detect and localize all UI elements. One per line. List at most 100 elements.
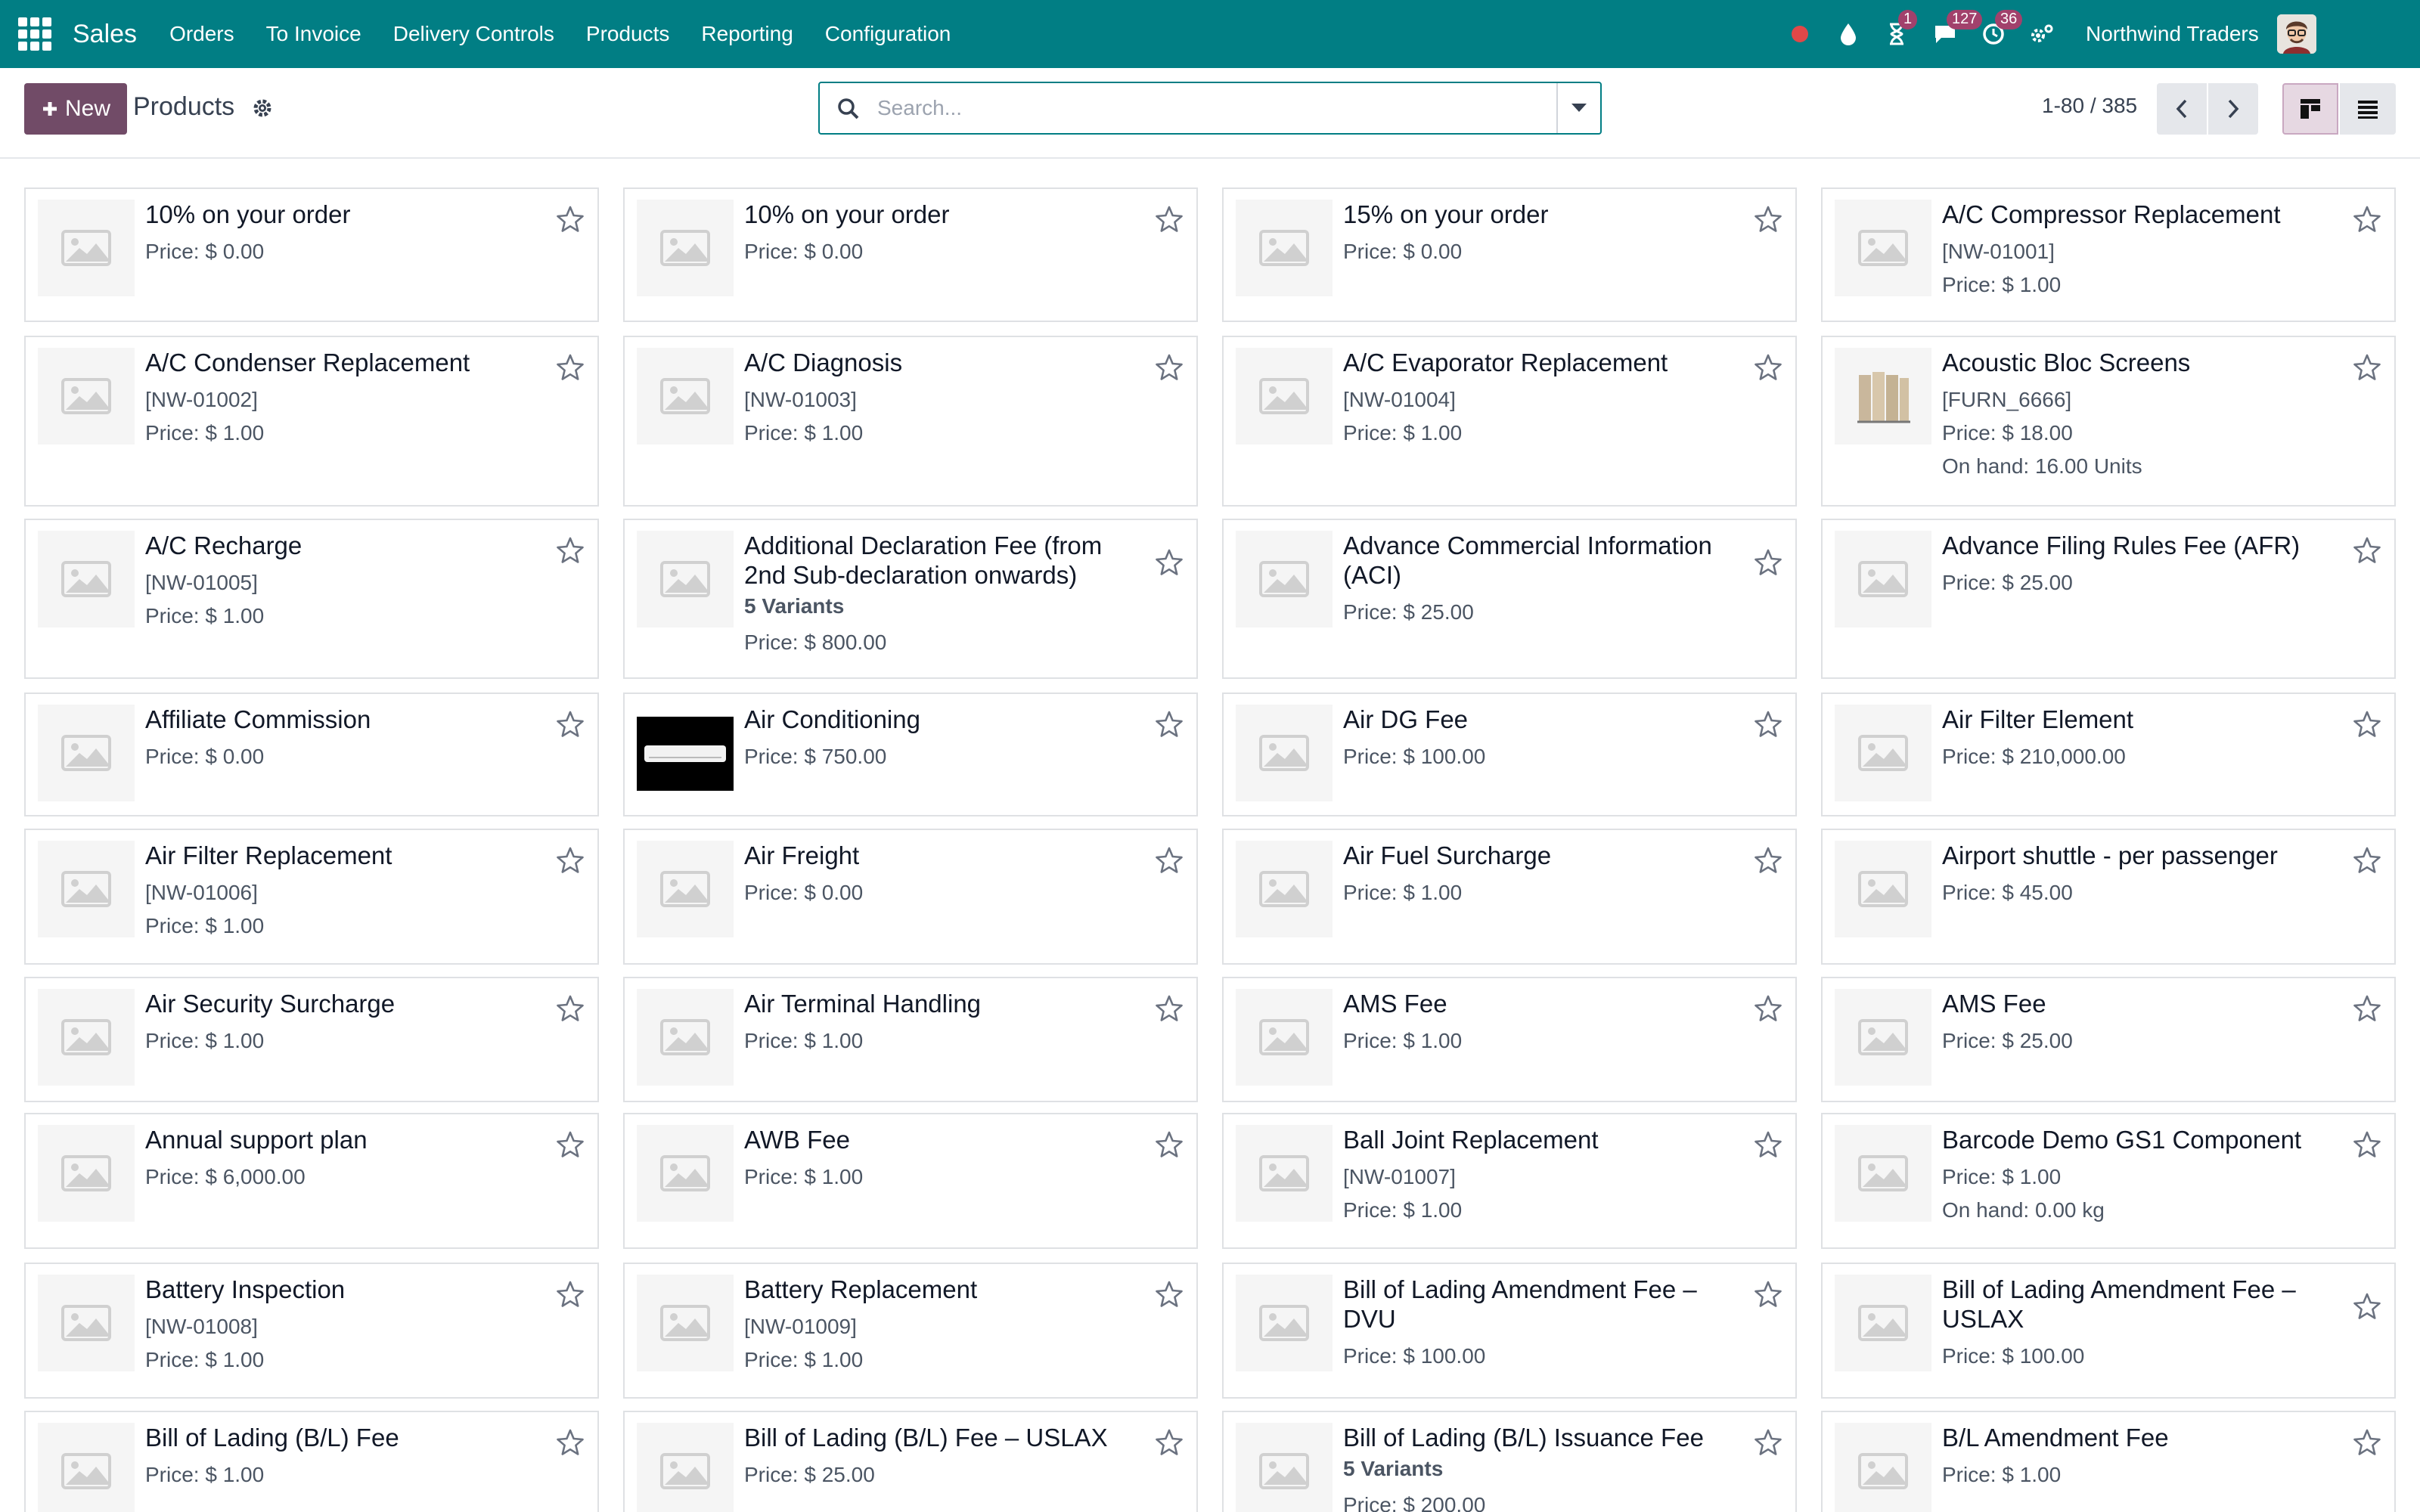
- favorite-star-icon[interactable]: [1751, 992, 1785, 1025]
- kanban-view-button[interactable]: [2282, 83, 2338, 135]
- product-card[interactable]: A/C Recharge [NW-01005] Price: $ 1.00: [24, 519, 599, 679]
- product-card[interactable]: Bill of Lading (B/L) Fee Price: $ 1.00: [24, 1411, 599, 1512]
- product-card[interactable]: Air Filter Replacement [NW-01006] Price: $…: [24, 829, 599, 965]
- product-card[interactable]: Advance Filing Rules Fee (AFR) Price: $ 2…: [1821, 519, 2396, 679]
- app-switcher-icon[interactable]: [18, 17, 51, 51]
- product-card[interactable]: 10% on your order Price: $ 0.00: [623, 187, 1198, 322]
- favorite-star-icon[interactable]: [1153, 1426, 1186, 1459]
- pager-next-button[interactable]: [2208, 83, 2258, 135]
- product-card[interactable]: A/C Compressor Replacement [NW-01001] Pric…: [1821, 187, 2396, 322]
- pager-value[interactable]: 1-80 / 385: [2042, 94, 2137, 118]
- company-switcher[interactable]: Northwind Traders: [2086, 22, 2259, 46]
- product-card[interactable]: A/C Condenser Replacement [NW-01002] Price…: [24, 336, 599, 507]
- product-card[interactable]: Air DG Fee Price: $ 100.00: [1222, 692, 1797, 816]
- menu-configuration[interactable]: Configuration: [809, 22, 967, 46]
- product-card[interactable]: Ball Joint Replacement [NW-01007] Price: $…: [1222, 1113, 1797, 1249]
- favorite-star-icon[interactable]: [554, 534, 587, 567]
- favorite-star-icon[interactable]: [2350, 992, 2384, 1025]
- favorite-star-icon[interactable]: [1751, 351, 1785, 384]
- menu-orders[interactable]: Orders: [154, 22, 250, 46]
- list-view-button[interactable]: [2340, 83, 2396, 135]
- menu-products[interactable]: Products: [570, 22, 686, 46]
- product-card[interactable]: Air Filter Element Price: $ 210,000.00: [1821, 692, 2396, 816]
- product-card[interactable]: Barcode Demo GS1 Component Price: $ 1.00 O…: [1821, 1113, 2396, 1249]
- favorite-star-icon[interactable]: [2350, 1128, 2384, 1161]
- product-card[interactable]: Advance Commercial Information (ACI) Pric…: [1222, 519, 1797, 679]
- favorite-star-icon[interactable]: [1153, 546, 1186, 579]
- favorite-star-icon[interactable]: [1153, 1278, 1186, 1311]
- product-card[interactable]: Bill of Lading (B/L) Issuance Fee 5 Varia…: [1222, 1411, 1797, 1512]
- product-card[interactable]: Acoustic Bloc Screens [FURN_6666] Price: $…: [1821, 336, 2396, 507]
- favorite-star-icon[interactable]: [554, 1278, 587, 1311]
- app-name[interactable]: Sales: [73, 20, 137, 49]
- record-icon[interactable]: [1785, 19, 1815, 49]
- search-options-toggle[interactable]: [1556, 83, 1600, 133]
- new-button[interactable]: New: [24, 83, 127, 135]
- favorite-star-icon[interactable]: [2350, 351, 2384, 384]
- product-card[interactable]: 15% on your order Price: $ 0.00: [1222, 187, 1797, 322]
- product-card[interactable]: B/L Amendment Fee Price: $ 1.00: [1821, 1411, 2396, 1512]
- product-card[interactable]: AMS Fee Price: $ 1.00: [1222, 977, 1797, 1102]
- gear-icon[interactable]: [251, 97, 274, 119]
- favorite-star-icon[interactable]: [1153, 1128, 1186, 1161]
- favorite-star-icon[interactable]: [1751, 1426, 1785, 1459]
- product-card[interactable]: 10% on your order Price: $ 0.00: [24, 187, 599, 322]
- favorite-star-icon[interactable]: [554, 203, 587, 236]
- menu-to-invoice[interactable]: To Invoice: [250, 22, 377, 46]
- user-avatar[interactable]: [2276, 14, 2316, 54]
- favorite-star-icon[interactable]: [554, 844, 587, 877]
- product-card[interactable]: A/C Evaporator Replacement [NW-01004] Pric…: [1222, 336, 1797, 507]
- favorite-star-icon[interactable]: [554, 351, 587, 384]
- favorite-star-icon[interactable]: [2350, 534, 2384, 567]
- favorite-star-icon[interactable]: [1751, 844, 1785, 877]
- product-card[interactable]: Bill of Lading Amendment Fee – USLAX Pric…: [1821, 1263, 2396, 1399]
- favorite-star-icon[interactable]: [2350, 708, 2384, 741]
- favorite-star-icon[interactable]: [1751, 708, 1785, 741]
- favorite-star-icon[interactable]: [2350, 1426, 2384, 1459]
- product-card[interactable]: AWB Fee Price: $ 1.00: [623, 1113, 1198, 1249]
- product-card[interactable]: Airport shuttle - per passenger Price: $ …: [1821, 829, 2396, 965]
- favorite-star-icon[interactable]: [1751, 1278, 1785, 1311]
- image-placeholder-icon: [38, 1275, 135, 1371]
- product-card[interactable]: Bill of Lading Amendment Fee – DVU Price:…: [1222, 1263, 1797, 1399]
- favorite-star-icon[interactable]: [554, 1128, 587, 1161]
- product-card[interactable]: Annual support plan Price: $ 6,000.00: [24, 1113, 599, 1249]
- product-card[interactable]: Air Conditioning Price: $ 750.00: [623, 692, 1198, 816]
- product-card[interactable]: A/C Diagnosis [NW-01003] Price: $ 1.00: [623, 336, 1198, 507]
- favorite-star-icon[interactable]: [1751, 1128, 1785, 1161]
- product-card[interactable]: Bill of Lading (B/L) Fee – USLAX Price: $…: [623, 1411, 1198, 1512]
- settings-gears-icon[interactable]: [2027, 19, 2057, 49]
- product-card-body: Air Freight Price: $ 0.00: [744, 841, 1124, 906]
- favorite-star-icon[interactable]: [2350, 203, 2384, 236]
- favorite-star-icon[interactable]: [1153, 203, 1186, 236]
- pager-previous-button[interactable]: [2157, 83, 2207, 135]
- product-card[interactable]: Additional Declaration Fee (from 2nd Sub…: [623, 519, 1198, 679]
- favorite-star-icon[interactable]: [1153, 992, 1186, 1025]
- favorite-star-icon[interactable]: [554, 992, 587, 1025]
- product-card[interactable]: Battery Inspection [NW-01008] Price: $ 1.0…: [24, 1263, 599, 1399]
- favorite-star-icon[interactable]: [1153, 844, 1186, 877]
- product-card[interactable]: Air Terminal Handling Price: $ 1.00: [623, 977, 1198, 1102]
- product-card[interactable]: AMS Fee Price: $ 25.00: [1821, 977, 2396, 1102]
- menu-reporting[interactable]: Reporting: [685, 22, 808, 46]
- product-card[interactable]: Air Freight Price: $ 0.00: [623, 829, 1198, 965]
- favorite-star-icon[interactable]: [554, 1426, 587, 1459]
- favorite-star-icon[interactable]: [1751, 546, 1785, 579]
- activity-hourglass-icon[interactable]: 1: [1882, 10, 1918, 49]
- favorite-star-icon[interactable]: [1153, 351, 1186, 384]
- clock-icon[interactable]: 36: [1978, 10, 2023, 49]
- image-placeholder-icon: [637, 531, 734, 627]
- menu-delivery-controls[interactable]: Delivery Controls: [377, 22, 570, 46]
- favorite-star-icon[interactable]: [1751, 203, 1785, 236]
- product-card[interactable]: Affiliate Commission Price: $ 0.00: [24, 692, 599, 816]
- product-card[interactable]: Air Fuel Surcharge Price: $ 1.00: [1222, 829, 1797, 965]
- product-card[interactable]: Battery Replacement [NW-01009] Price: $ 1.…: [623, 1263, 1198, 1399]
- product-card[interactable]: Air Security Surcharge Price: $ 1.00: [24, 977, 599, 1102]
- favorite-star-icon[interactable]: [2350, 844, 2384, 877]
- messages-icon[interactable]: 127: [1930, 10, 1983, 49]
- search-input[interactable]: [820, 83, 1556, 133]
- droplet-icon[interactable]: [1833, 19, 1863, 49]
- favorite-star-icon[interactable]: [2350, 1290, 2384, 1323]
- favorite-star-icon[interactable]: [554, 708, 587, 741]
- favorite-star-icon[interactable]: [1153, 708, 1186, 741]
